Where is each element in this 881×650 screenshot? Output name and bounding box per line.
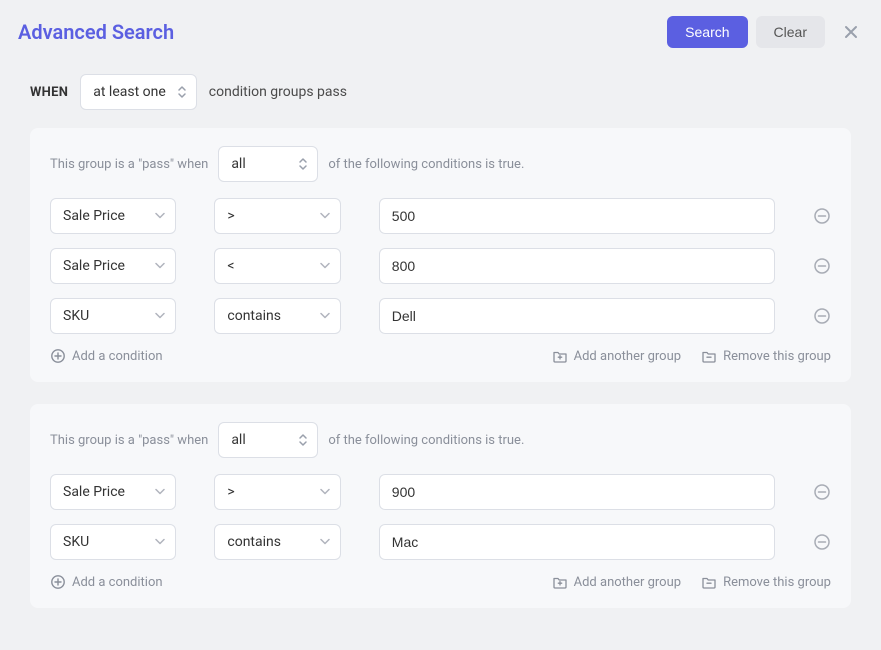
folder-plus-icon xyxy=(552,348,568,364)
condition-operator-value: > xyxy=(227,484,234,500)
folder-minus-icon xyxy=(701,348,717,364)
condition-value-input[interactable] xyxy=(379,248,775,284)
condition-operator-select[interactable]: contains xyxy=(214,298,340,334)
remove-group-button[interactable]: Remove this group xyxy=(701,574,831,590)
condition-field-select[interactable]: Sale Price xyxy=(50,198,176,234)
condition-value-input[interactable] xyxy=(379,474,775,510)
add-condition-label: Add a condition xyxy=(72,349,163,364)
condition-row: Sale Price > xyxy=(50,474,831,510)
group-match-select[interactable]: all xyxy=(218,422,318,458)
condition-field-select[interactable]: SKU xyxy=(50,524,176,560)
add-group-button[interactable]: Add another group xyxy=(552,574,681,590)
condition-field-value: Sale Price xyxy=(63,258,125,274)
condition-field-select[interactable]: Sale Price xyxy=(50,248,176,284)
chevron-updown-icon xyxy=(297,433,309,447)
minus-circle-icon xyxy=(813,257,831,275)
add-condition-button[interactable]: Add a condition xyxy=(50,348,163,364)
add-group-button[interactable]: Add another group xyxy=(552,348,681,364)
remove-group-label: Remove this group xyxy=(723,349,831,364)
condition-operator-select[interactable]: > xyxy=(214,198,340,234)
condition-field-value: SKU xyxy=(63,308,89,324)
plus-circle-icon xyxy=(50,574,66,590)
add-group-label: Add another group xyxy=(574,349,681,364)
chevron-down-icon xyxy=(320,263,330,270)
condition-operator-select[interactable]: > xyxy=(214,474,340,510)
minus-circle-icon xyxy=(813,483,831,501)
group-header: This group is a "pass" when all of the fol… xyxy=(50,422,831,458)
condition-operator-value: < xyxy=(227,258,234,274)
condition-row: Sale Price > xyxy=(50,198,831,234)
minus-circle-icon xyxy=(813,207,831,225)
remove-condition-button[interactable] xyxy=(813,305,831,327)
close-icon xyxy=(843,24,859,40)
group-match-select[interactable]: all xyxy=(218,146,318,182)
remove-condition-button[interactable] xyxy=(813,255,831,277)
content: WHEN at least one condition groups pass … xyxy=(0,64,881,650)
group-prefix-text: This group is a "pass" when xyxy=(50,157,208,172)
group-header: This group is a "pass" when all of the fol… xyxy=(50,146,831,182)
page-title: Advanced Search xyxy=(18,20,659,44)
condition-field-value: SKU xyxy=(63,534,89,550)
when-mode-select[interactable]: at least one xyxy=(80,74,197,110)
chevron-down-icon xyxy=(155,213,165,220)
search-button[interactable]: Search xyxy=(667,16,747,48)
condition-row: SKU contains xyxy=(50,524,831,560)
chevron-down-icon xyxy=(320,313,330,320)
group-footer: Add a condition Add another group Remove t… xyxy=(50,348,831,364)
when-suffix: condition groups pass xyxy=(209,84,347,100)
minus-circle-icon xyxy=(813,307,831,325)
when-row: WHEN at least one condition groups pass xyxy=(30,74,851,110)
condition-row: Sale Price < xyxy=(50,248,831,284)
condition-value-input[interactable] xyxy=(379,524,775,560)
chevron-down-icon xyxy=(155,263,165,270)
chevron-down-icon xyxy=(155,539,165,546)
condition-field-select[interactable]: Sale Price xyxy=(50,474,176,510)
chevron-down-icon xyxy=(155,313,165,320)
group-match-value: all xyxy=(231,432,245,448)
remove-condition-button[interactable] xyxy=(813,205,831,227)
group-footer: Add a condition Add another group Remove t… xyxy=(50,574,831,590)
condition-value-input[interactable] xyxy=(379,298,775,334)
condition-group: This group is a "pass" when all of the fol… xyxy=(30,404,851,608)
plus-circle-icon xyxy=(50,348,66,364)
add-condition-button[interactable]: Add a condition xyxy=(50,574,163,590)
chevron-down-icon xyxy=(320,489,330,496)
folder-plus-icon xyxy=(552,574,568,590)
chevron-down-icon xyxy=(320,213,330,220)
condition-value-input[interactable] xyxy=(379,198,775,234)
condition-row: SKU contains xyxy=(50,298,831,334)
add-group-label: Add another group xyxy=(574,575,681,590)
condition-field-value: Sale Price xyxy=(63,208,125,224)
remove-condition-button[interactable] xyxy=(813,481,831,503)
remove-group-label: Remove this group xyxy=(723,575,831,590)
condition-group: This group is a "pass" when all of the fol… xyxy=(30,128,851,382)
chevron-down-icon xyxy=(320,539,330,546)
when-label: WHEN xyxy=(30,85,68,100)
chevron-updown-icon xyxy=(297,157,309,171)
group-suffix-text: of the following conditions is true. xyxy=(328,157,524,172)
add-condition-label: Add a condition xyxy=(72,575,163,590)
condition-operator-select[interactable]: contains xyxy=(214,524,340,560)
condition-operator-value: contains xyxy=(227,308,281,324)
group-prefix-text: This group is a "pass" when xyxy=(50,433,208,448)
condition-operator-select[interactable]: < xyxy=(214,248,340,284)
chevron-updown-icon xyxy=(176,85,188,99)
clear-button[interactable]: Clear xyxy=(756,16,825,48)
chevron-down-icon xyxy=(155,489,165,496)
condition-field-select[interactable]: SKU xyxy=(50,298,176,334)
condition-operator-value: > xyxy=(227,208,234,224)
condition-field-value: Sale Price xyxy=(63,484,125,500)
group-suffix-text: of the following conditions is true. xyxy=(328,433,524,448)
group-match-value: all xyxy=(231,156,245,172)
remove-condition-button[interactable] xyxy=(813,531,831,553)
condition-operator-value: contains xyxy=(227,534,281,550)
header: Advanced Search Search Clear xyxy=(0,0,881,64)
minus-circle-icon xyxy=(813,533,831,551)
close-button[interactable] xyxy=(839,20,863,44)
folder-minus-icon xyxy=(701,574,717,590)
remove-group-button[interactable]: Remove this group xyxy=(701,348,831,364)
when-mode-value: at least one xyxy=(93,84,166,100)
